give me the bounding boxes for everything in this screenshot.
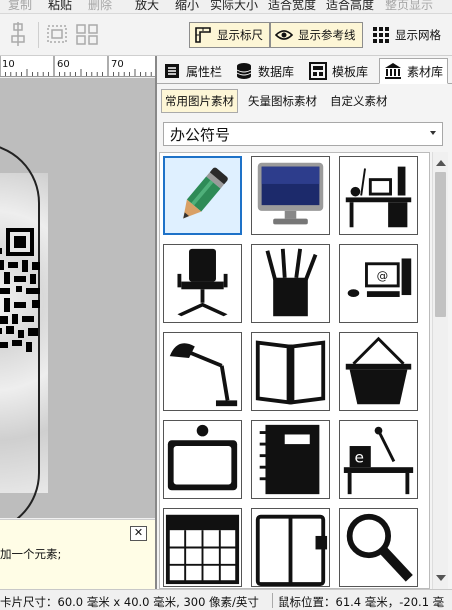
hint-panel: 加一个元素; ✕ bbox=[0, 519, 155, 589]
material-item[interactable] bbox=[163, 332, 242, 411]
menu-copy[interactable]: 复制 bbox=[8, 0, 32, 13]
tab-database[interactable]: 数据库 bbox=[235, 58, 294, 84]
menu-paste[interactable]: 粘贴 bbox=[48, 0, 72, 13]
ungroup-icon[interactable] bbox=[76, 22, 100, 46]
menu-whole-page[interactable]: 整页显示 bbox=[385, 0, 433, 13]
category-select[interactable]: 办公符号 bbox=[163, 122, 443, 146]
design-canvas[interactable] bbox=[0, 78, 155, 518]
monitor-clipart-icon bbox=[257, 162, 324, 225]
show-grid-label: 显示网格 bbox=[395, 28, 441, 42]
pencil-clipart-icon bbox=[183, 167, 228, 219]
properties-icon bbox=[163, 62, 181, 80]
pen-holder-icon bbox=[265, 248, 318, 317]
material-item[interactable] bbox=[339, 156, 418, 235]
menu-actual-size[interactable]: 实际大小 bbox=[210, 0, 258, 13]
show-ruler-label: 显示标尺 bbox=[217, 28, 263, 42]
material-item[interactable]: @ bbox=[339, 244, 418, 323]
material-item[interactable] bbox=[163, 420, 242, 499]
magnifier-icon bbox=[346, 513, 413, 582]
material-item[interactable]: e bbox=[339, 420, 418, 499]
calendar-icon bbox=[165, 514, 240, 585]
notebook-open-icon bbox=[255, 340, 326, 405]
basket-icon bbox=[345, 336, 412, 405]
database-icon bbox=[235, 62, 253, 80]
planner-binder-icon bbox=[255, 514, 328, 586]
ruler-label-60: 60 bbox=[57, 59, 70, 70]
svg-text:e: e bbox=[354, 448, 363, 466]
card-size-status: 卡片尺寸：60.0 毫米 x 40.0 毫米, 300 像素/英寸 bbox=[0, 595, 259, 609]
grid-icon bbox=[372, 26, 390, 44]
hint-text: 加一个元素; bbox=[0, 547, 62, 561]
tab-properties[interactable]: 属性栏 bbox=[163, 58, 222, 84]
status-bar: 卡片尺寸：60.0 毫米 x 40.0 毫米, 300 像素/英寸 鼠标位置：6… bbox=[0, 589, 452, 610]
menu-fit-height[interactable]: 适合高度 bbox=[326, 0, 374, 13]
svg-text:@: @ bbox=[377, 269, 389, 283]
align-center-icon[interactable] bbox=[10, 22, 26, 46]
mouse-position-status: 鼠标位置：61.4 毫米，-20.1 毫 bbox=[278, 595, 445, 609]
group-icon[interactable] bbox=[46, 22, 68, 46]
scroll-up-icon[interactable] bbox=[436, 160, 446, 166]
library-icon bbox=[384, 62, 402, 80]
status-divider bbox=[272, 593, 273, 608]
frame-board-icon bbox=[167, 424, 238, 491]
office-chair-icon bbox=[177, 248, 228, 317]
subtab-custom[interactable]: 自定义素材 bbox=[327, 89, 391, 113]
office-desk-computer-icon bbox=[345, 166, 412, 228]
material-item[interactable] bbox=[251, 508, 330, 587]
material-scrollbar[interactable] bbox=[432, 152, 448, 589]
chevron-down-icon bbox=[430, 131, 436, 135]
eye-icon bbox=[275, 26, 293, 44]
menu-zoom-out[interactable]: 缩小 bbox=[175, 0, 199, 13]
scroll-thumb[interactable] bbox=[435, 172, 446, 317]
material-subtabs: 常用图片素材 矢量图标素材 自定义素材 bbox=[157, 86, 452, 116]
hint-close-button[interactable]: ✕ bbox=[130, 526, 147, 541]
subtab-vector-icons[interactable]: 矢量图标素材 bbox=[245, 89, 320, 113]
material-item[interactable] bbox=[251, 244, 330, 323]
panel-tabs: 属性栏 数据库 模板库 素材库 bbox=[157, 56, 452, 84]
tab-materials[interactable]: 素材库 bbox=[379, 58, 449, 84]
horizontal-ruler: 10 60 70 bbox=[0, 56, 155, 77]
subtab-common-images[interactable]: 常用图片素材 bbox=[161, 89, 238, 113]
material-item[interactable] bbox=[339, 508, 418, 587]
desk-with-lamp-icon: e bbox=[343, 426, 414, 495]
menu-zoom-in[interactable]: 放大 bbox=[135, 0, 159, 13]
ruler-label-70: 70 bbox=[111, 59, 124, 70]
scroll-down-icon[interactable] bbox=[436, 575, 446, 581]
template-icon bbox=[309, 62, 327, 80]
tab-templates-label: 模板库 bbox=[332, 64, 369, 79]
material-item[interactable] bbox=[339, 332, 418, 411]
tab-database-label: 数据库 bbox=[258, 64, 295, 79]
toolbar: 显示标尺 显示参考线 显示网格 bbox=[0, 14, 452, 56]
right-panel: 属性栏 数据库 模板库 素材库 常用图片素材 矢量图标素材 自定义素材 办公符号 bbox=[155, 56, 452, 589]
ruler-label-10: 10 bbox=[2, 59, 15, 70]
spiral-notebook-icon bbox=[259, 424, 320, 495]
material-item[interactable] bbox=[251, 420, 330, 499]
material-item[interactable] bbox=[251, 156, 330, 235]
ruler-icon bbox=[194, 26, 212, 44]
material-item[interactable] bbox=[163, 508, 242, 587]
material-item[interactable] bbox=[251, 332, 330, 411]
qr-code[interactable] bbox=[0, 228, 44, 408]
material-item[interactable] bbox=[163, 156, 242, 235]
tab-templates[interactable]: 模板库 bbox=[309, 58, 368, 84]
menu-bar: 复制 粘贴 删除 放大 缩小 实际大小 适合宽度 适合高度 整页显示 bbox=[0, 0, 452, 14]
show-ruler-button[interactable]: 显示标尺 bbox=[189, 22, 270, 48]
show-guides-label: 显示参考线 bbox=[298, 28, 356, 42]
menu-delete[interactable]: 删除 bbox=[88, 0, 112, 13]
show-grid-button[interactable]: 显示网格 bbox=[368, 22, 447, 48]
desk-lamp-icon bbox=[169, 343, 238, 407]
category-value: 办公符号 bbox=[170, 125, 231, 144]
material-grid: @ e bbox=[159, 152, 430, 589]
show-guides-button[interactable]: 显示参考线 bbox=[270, 22, 363, 48]
menu-fit-width[interactable]: 适合宽度 bbox=[268, 0, 316, 13]
material-item[interactable] bbox=[163, 244, 242, 323]
tab-materials-label: 素材库 bbox=[407, 64, 444, 79]
computer-workstation-icon: @ bbox=[347, 258, 412, 297]
tab-properties-label: 属性栏 bbox=[186, 64, 223, 79]
